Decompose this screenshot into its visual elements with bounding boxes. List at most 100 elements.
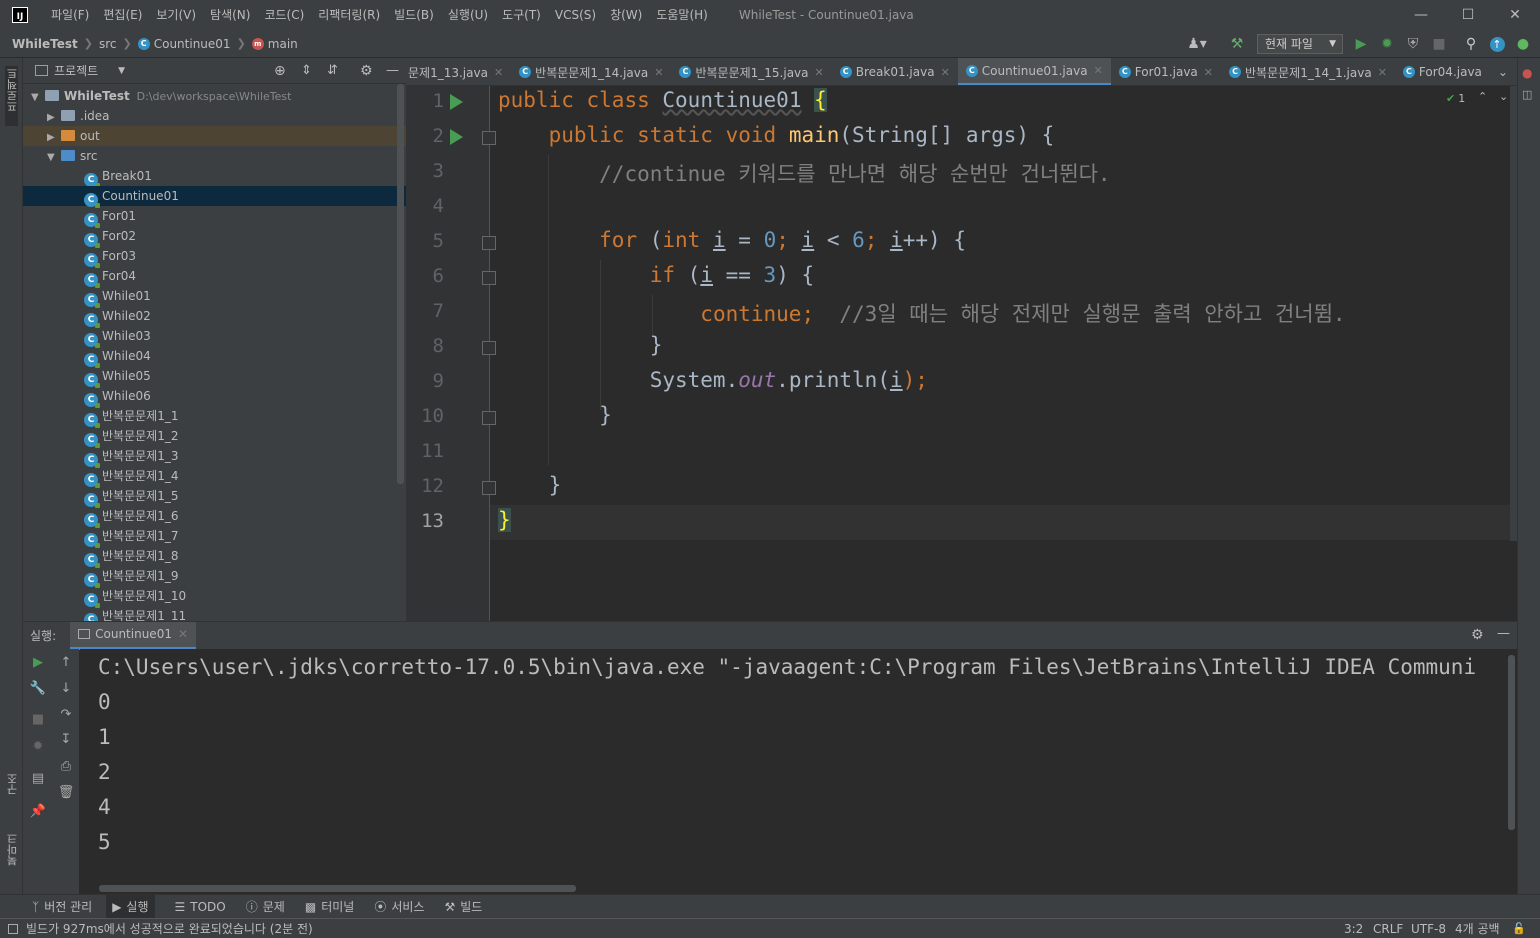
- tree-file-item[interactable]: C While06: [23, 386, 406, 408]
- fold-icon[interactable]: [482, 411, 496, 425]
- chevron-down-icon[interactable]: ⌄: [1499, 90, 1508, 103]
- stop-icon[interactable]: ■: [1430, 35, 1448, 53]
- menu-build[interactable]: 빌드(B): [387, 0, 441, 30]
- console-hscrollbar[interactable]: [99, 885, 576, 892]
- build-hammer-icon[interactable]: ⚒: [1228, 35, 1246, 53]
- close-icon[interactable]: ✕: [178, 627, 188, 641]
- tool-services[interactable]: ⦿ 서비스: [374, 898, 424, 915]
- editor-tab[interactable]: C For01.java ✕: [1111, 58, 1221, 85]
- expand-all-icon[interactable]: ⇕: [301, 63, 312, 78]
- tree-file-item[interactable]: C For01: [23, 206, 406, 228]
- breadcrumb-class[interactable]: Countinue01: [154, 37, 231, 51]
- editor-tab[interactable]: C Countinue01.java ✕: [957, 58, 1111, 85]
- editor-tab[interactable]: C For04.java: [1395, 58, 1490, 85]
- tree-file-item[interactable]: C 반복문문제1_11: [23, 606, 406, 621]
- close-icon[interactable]: ✕: [1094, 64, 1103, 77]
- menu-edit[interactable]: 편집(E): [96, 0, 149, 30]
- soft-wrap-icon[interactable]: ↷: [57, 707, 75, 725]
- plugin-icon[interactable]: ●: [1514, 35, 1532, 53]
- fold-icon[interactable]: [482, 341, 496, 355]
- menu-run[interactable]: 실행(U): [441, 0, 495, 30]
- menu-view[interactable]: 보기(V): [149, 0, 203, 30]
- status-toggle-icon[interactable]: [8, 923, 18, 934]
- close-icon[interactable]: ✕: [941, 66, 950, 79]
- tree-file-item[interactable]: C 반복문문제1_8: [23, 546, 406, 568]
- pin-icon[interactable]: 📌: [29, 804, 47, 822]
- menu-help[interactable]: 도움말(H): [649, 0, 715, 30]
- debug-icon[interactable]: ✹: [29, 739, 47, 757]
- hide-icon[interactable]: —: [386, 63, 399, 78]
- editor-tab[interactable]: 문제1_13.java ✕: [406, 58, 511, 85]
- chevron-up-icon[interactable]: ⌃: [1478, 90, 1487, 103]
- notifications-icon[interactable]: ●: [1522, 66, 1536, 80]
- tree-file-item[interactable]: C 반복문문제1_6: [23, 506, 406, 528]
- run-tab[interactable]: Countinue01 ✕: [70, 621, 197, 650]
- tree-file-item[interactable]: C 반복문문제1_10: [23, 586, 406, 608]
- tree-file-item[interactable]: C 반복문문제1_3: [23, 446, 406, 468]
- tree-file-item[interactable]: C For03: [23, 246, 406, 268]
- tree-file-item[interactable]: C 반복문문제1_7: [23, 526, 406, 548]
- maximize-icon[interactable]: ☐: [1445, 0, 1491, 30]
- gear-icon[interactable]: ⚙: [1471, 627, 1484, 643]
- project-tool-label[interactable]: 프로젝트: [5, 68, 21, 112]
- minimize-icon[interactable]: —: [1398, 0, 1444, 30]
- indent-setting[interactable]: 4개 공백: [1455, 920, 1500, 937]
- trash-icon[interactable]: 🗑: [57, 785, 75, 803]
- tree-folder-idea[interactable]: ▶ .idea: [23, 106, 406, 126]
- project-panel-title[interactable]: 프로젝트: [54, 62, 98, 79]
- close-icon[interactable]: ✕: [494, 66, 503, 79]
- structure-tool-label[interactable]: 구조: [5, 773, 21, 795]
- debug-icon[interactable]: ✹: [1378, 35, 1396, 53]
- tool-build[interactable]: ⚒ 빌드: [444, 898, 482, 915]
- arrow-up-icon[interactable]: ↑: [57, 655, 75, 673]
- layout-icon[interactable]: ▤: [29, 771, 47, 789]
- menu-vcs[interactable]: VCS(S): [548, 0, 603, 30]
- inspection-check-icon[interactable]: ✔ 1: [1446, 92, 1465, 105]
- search-icon[interactable]: ⚲: [1462, 35, 1480, 53]
- project-scrollbar[interactable]: [397, 84, 404, 484]
- tree-file-item[interactable]: C While03: [23, 326, 406, 348]
- menu-tools[interactable]: 도구(T): [495, 0, 548, 30]
- scroll-to-end-icon[interactable]: ↧: [57, 732, 75, 750]
- tree-file-item[interactable]: C For02: [23, 226, 406, 248]
- close-icon[interactable]: ✕: [1204, 66, 1213, 79]
- console-output[interactable]: C:\Users\user\.jdks\corretto-17.0.5\bin\…: [80, 649, 1517, 894]
- fold-icon[interactable]: [482, 481, 496, 495]
- run-icon[interactable]: [450, 129, 463, 145]
- editor-tab[interactable]: C 반복문문제1_15.java ✕: [671, 58, 831, 85]
- menu-code[interactable]: 코드(C): [257, 0, 311, 30]
- tree-folder-src[interactable]: ▼ src: [23, 146, 406, 166]
- locate-icon[interactable]: ⊕: [274, 63, 286, 79]
- fold-icon[interactable]: [482, 236, 496, 250]
- tree-file-item[interactable]: C 반복문문제1_2: [23, 426, 406, 448]
- tool-run[interactable]: ▶ 실행: [106, 895, 155, 918]
- tree-folder-out[interactable]: ▶ out: [23, 126, 406, 146]
- editor-tab[interactable]: C 반복문문제1_14.java ✕: [511, 58, 671, 85]
- update-icon[interactable]: ↑: [1488, 35, 1506, 53]
- menu-navigate[interactable]: 탐색(N): [203, 0, 257, 30]
- console-vscrollbar[interactable]: [1508, 655, 1515, 830]
- gear-icon[interactable]: ⚙: [360, 63, 373, 79]
- wrench-icon[interactable]: 🔧: [29, 681, 47, 699]
- tool-todo[interactable]: ☰ TODO: [175, 900, 226, 914]
- line-separator[interactable]: CRLF: [1373, 922, 1403, 936]
- fold-icon[interactable]: [482, 131, 496, 145]
- caret-position[interactable]: 3:2: [1344, 922, 1363, 936]
- lock-icon[interactable]: 🔓: [1512, 922, 1526, 935]
- close-icon[interactable]: ✕: [654, 66, 663, 79]
- tree-file-item[interactable]: C While04: [23, 346, 406, 368]
- tree-file-item[interactable]: C Break01: [23, 166, 406, 188]
- file-encoding[interactable]: UTF-8: [1411, 922, 1446, 936]
- menu-window[interactable]: 창(W): [603, 0, 649, 30]
- editor-scrollbar[interactable]: [1510, 86, 1517, 541]
- bookmarks-tool-label[interactable]: 북마크: [5, 833, 21, 866]
- editor-tab[interactable]: C Break01.java ✕: [832, 58, 958, 85]
- breadcrumb-method[interactable]: main: [268, 37, 298, 51]
- tree-file-item[interactable]: C 반복문문제1_4: [23, 466, 406, 488]
- stop-icon[interactable]: ■: [29, 712, 47, 730]
- close-icon[interactable]: ✕: [815, 66, 824, 79]
- tree-file-item[interactable]: C Countinue01: [23, 186, 406, 208]
- tree-file-item[interactable]: C 반복문문제1_9: [23, 566, 406, 588]
- tree-file-item[interactable]: C While01: [23, 286, 406, 308]
- run-icon[interactable]: ▶: [1352, 35, 1370, 53]
